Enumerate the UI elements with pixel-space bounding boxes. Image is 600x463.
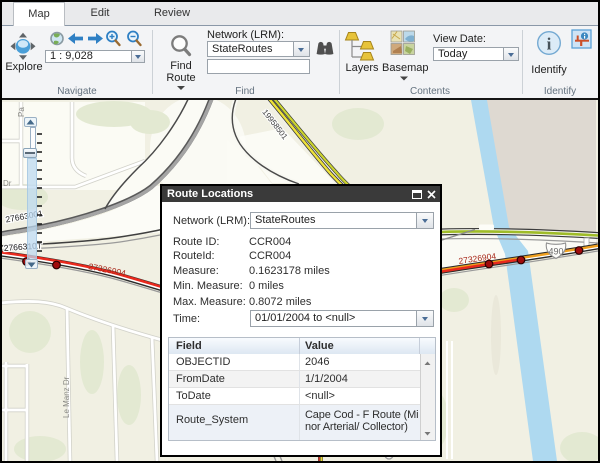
svg-text:Dr: Dr <box>3 179 12 188</box>
svg-text:Le Manz Dr: Le Manz Dr <box>62 376 71 418</box>
svg-text:i: i <box>547 35 552 54</box>
svg-text:Pa: Pa <box>17 107 26 117</box>
svg-text:490: 490 <box>548 247 563 257</box>
svg-text:27326904: 27326904 <box>88 261 127 278</box>
